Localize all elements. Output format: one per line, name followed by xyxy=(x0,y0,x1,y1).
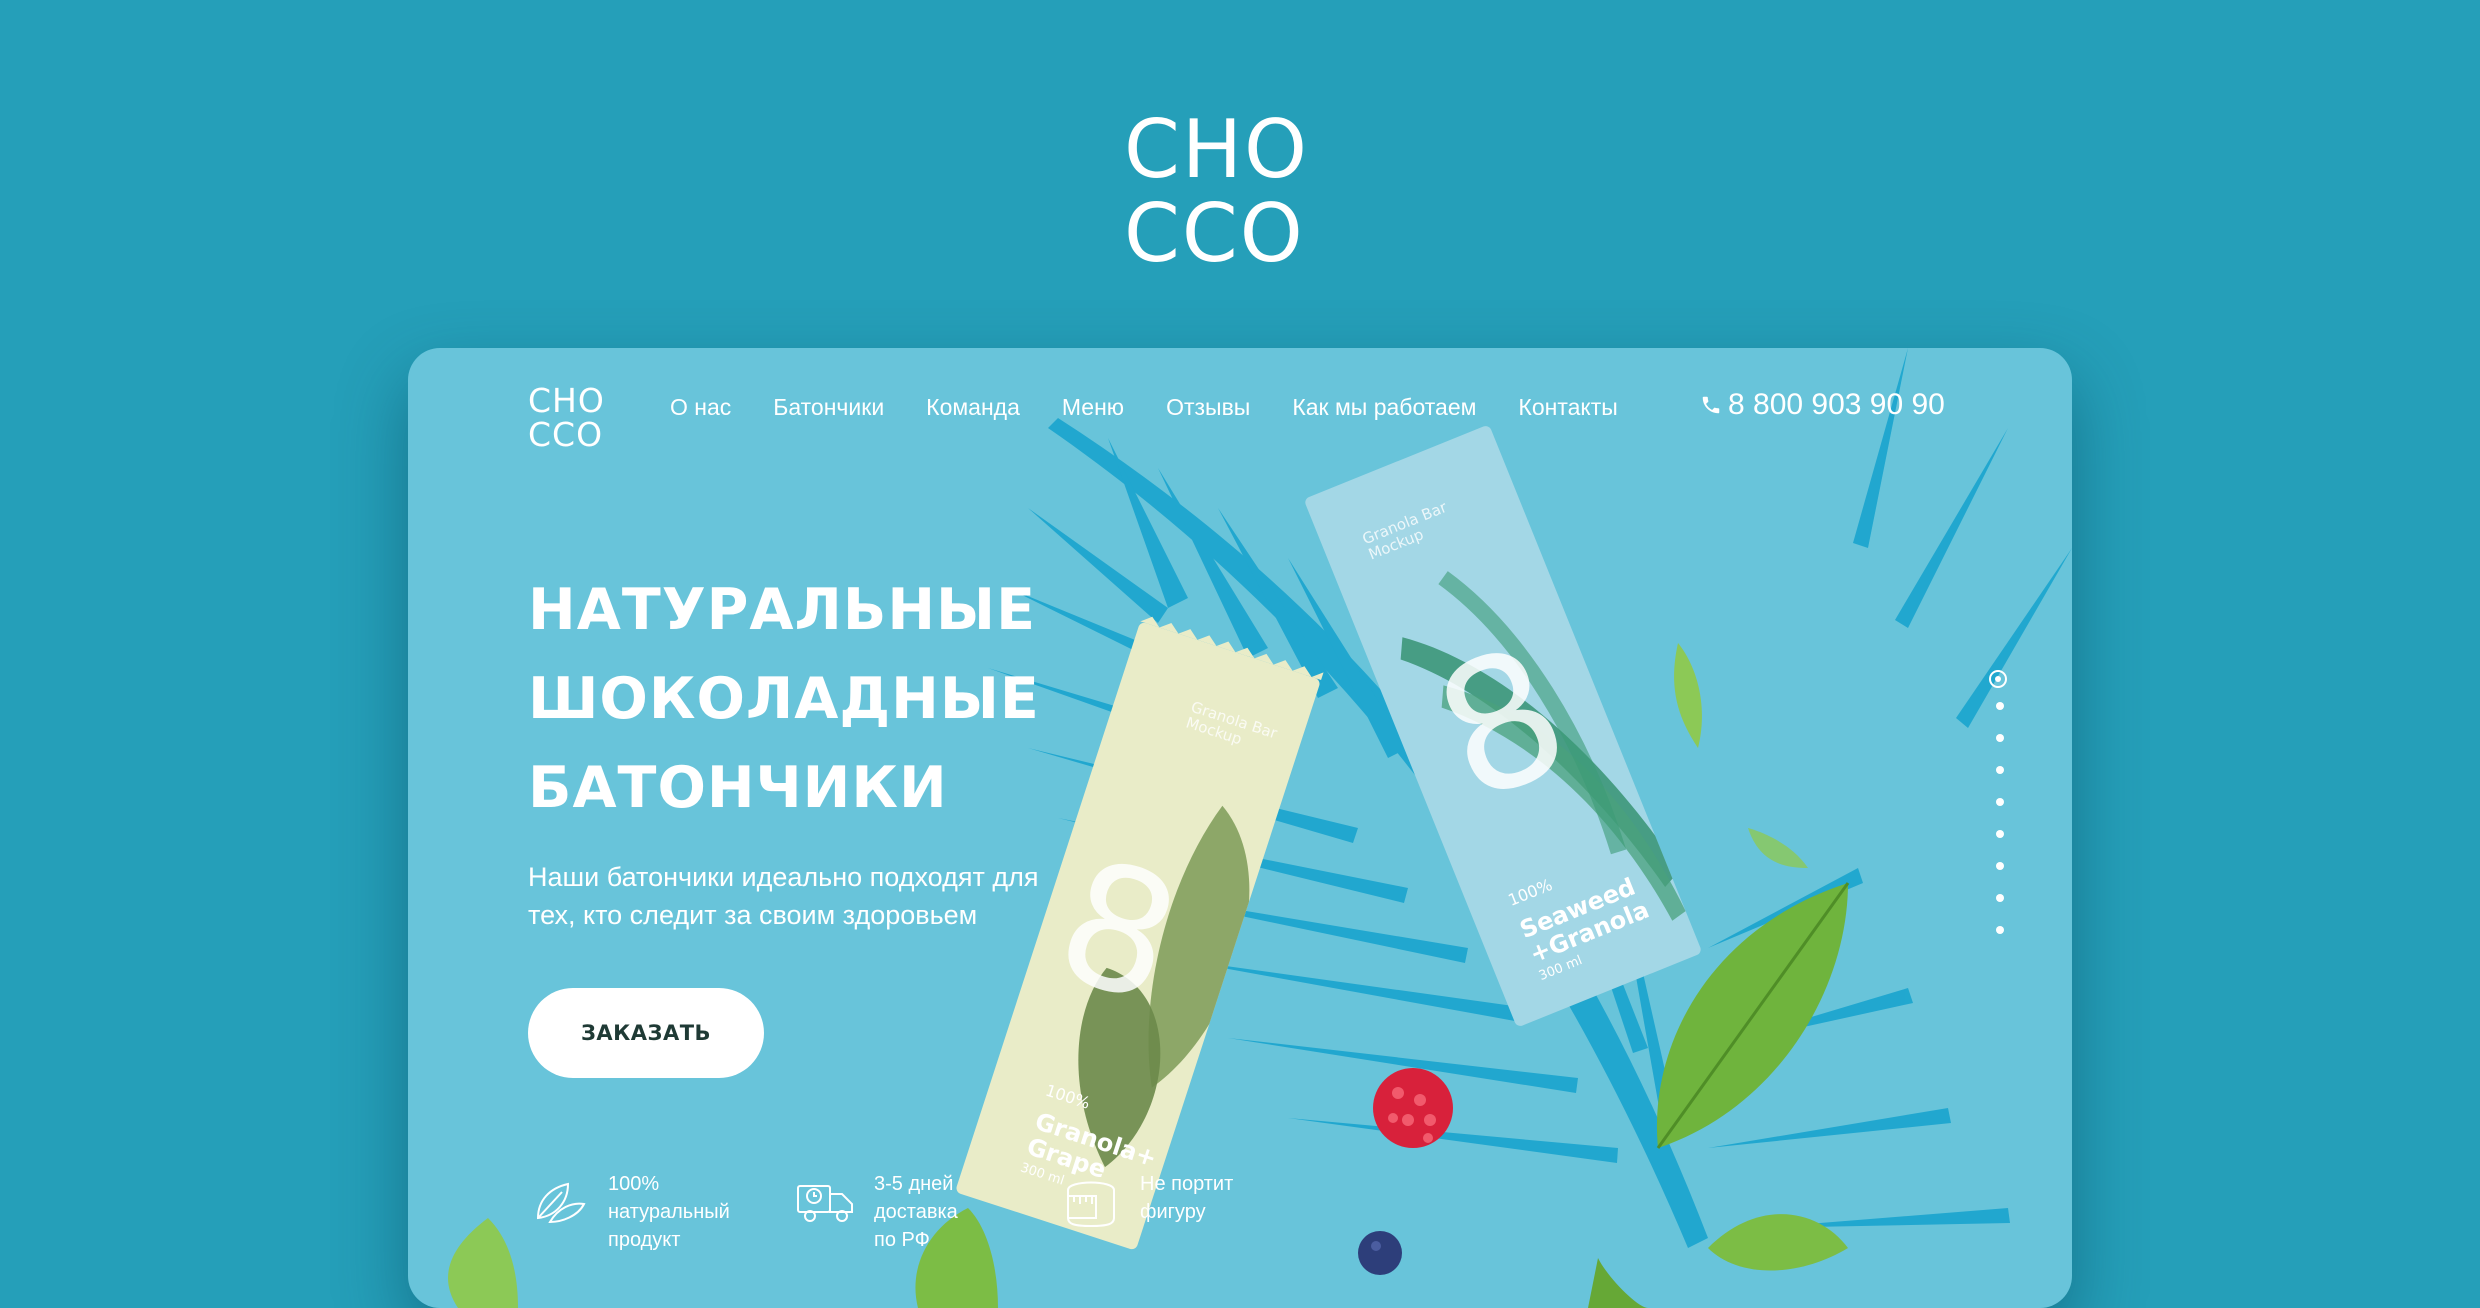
header-logo-line2: CCO xyxy=(528,415,604,454)
hero-title: НАТУРАЛЬНЫЕ ШОКОЛАДНЫЕ БАТОНЧИКИ xyxy=(528,566,1228,833)
nav-item-how-we-work[interactable]: Как мы работаем xyxy=(1292,394,1476,434)
hero-title-line1: НАТУРАЛЬНЫЕ xyxy=(528,577,1037,643)
slider-dot[interactable] xyxy=(1996,734,2004,742)
header-logo[interactable]: CHO CCO xyxy=(528,384,618,452)
nav-item-bars[interactable]: Батончики xyxy=(773,394,884,434)
header-logo-line1: CHO xyxy=(528,381,605,420)
feature-figure: Не портит фигуру xyxy=(1060,1170,1280,1232)
slider-dot[interactable] xyxy=(1996,894,2004,902)
feature-natural: 100% натуральный продукт xyxy=(528,1170,748,1254)
brand-logo-line2: CCO xyxy=(1124,187,1305,280)
phone-number: 8 800 903 90 90 xyxy=(1728,388,1945,421)
slider-dot[interactable] xyxy=(1989,670,2007,688)
main-nav: О нас Батончики Команда Меню Отзывы Как … xyxy=(670,394,1660,434)
feature-delivery: 3-5 дней доставка по РФ xyxy=(794,1170,1014,1254)
order-button[interactable]: ЗАКАЗАТЬ xyxy=(528,988,764,1078)
nav-item-team[interactable]: Команда xyxy=(926,394,1020,434)
feature-figure-text: Не портит фигуру xyxy=(1140,1173,1234,1223)
scale-icon xyxy=(1067,1181,1115,1228)
nav-item-about[interactable]: О нас xyxy=(670,394,731,434)
slider-dot[interactable] xyxy=(1996,830,2004,838)
slider-dot[interactable] xyxy=(1996,766,2004,774)
blueberry-decoration xyxy=(1358,1231,1402,1275)
truck-icon xyxy=(797,1185,853,1222)
slider-dot[interactable] xyxy=(1996,926,2004,934)
slider-dot[interactable] xyxy=(1996,862,2004,870)
hero-title-line3: БАТОНЧИКИ xyxy=(528,755,948,821)
nav-item-reviews[interactable]: Отзывы xyxy=(1166,394,1250,434)
phone-link[interactable]: 8 800 903 90 90 xyxy=(1700,388,1945,422)
slider-dot[interactable] xyxy=(1996,798,2004,806)
brand-logo: CHO CCO xyxy=(1124,108,1364,276)
nav-item-contacts[interactable]: Контакты xyxy=(1518,394,1617,434)
nav-item-menu[interactable]: Меню xyxy=(1062,394,1124,434)
slider-pagination xyxy=(1988,668,2012,948)
hero-title-line2: ШОКОЛАДНЫЕ xyxy=(528,666,1040,732)
raspberry-decoration xyxy=(1373,1068,1453,1148)
hero-description: Наши батончики идеально подходят для тех… xyxy=(528,862,1039,930)
phone-icon xyxy=(1702,396,1720,414)
leaves-icon xyxy=(536,1182,586,1224)
feature-natural-text: 100% натуральный продукт xyxy=(608,1173,730,1251)
brand-logo-line1: CHO xyxy=(1124,103,1309,196)
feature-delivery-text: 3-5 дней доставка по РФ xyxy=(874,1173,958,1251)
website-preview-card: 8 100% Granola+Grape 300 ml Granola BarM… xyxy=(408,348,2072,1308)
slider-dot[interactable] xyxy=(1996,702,2004,710)
